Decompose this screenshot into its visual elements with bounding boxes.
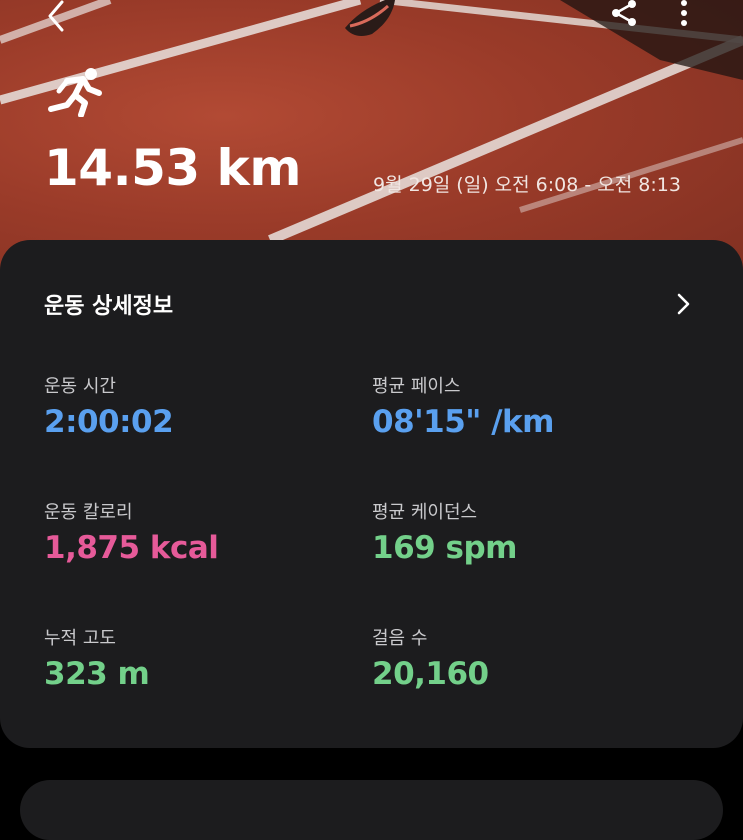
stat-value: 323 m xyxy=(44,656,150,692)
stat-calories: 운동 칼로리 1,875 kcal xyxy=(44,498,344,566)
stat-label: 누적 고도 xyxy=(44,628,116,649)
stat-label: 운동 시간 xyxy=(44,376,116,397)
stat-average-pace: 평균 페이스 08'15" /km xyxy=(372,372,672,440)
stat-value: 169 spm xyxy=(372,530,517,566)
chevron-left-icon xyxy=(48,0,64,32)
stat-label: 운동 칼로리 xyxy=(44,502,133,523)
share-button[interactable] xyxy=(606,0,642,30)
stat-value: 20,160 xyxy=(372,656,489,692)
next-card-peek[interactable] xyxy=(20,780,723,840)
share-icon xyxy=(612,0,636,26)
running-icon xyxy=(48,68,102,117)
more-vertical-icon xyxy=(681,0,687,26)
stat-average-cadence: 평균 케이던스 169 spm xyxy=(372,498,672,566)
stat-label: 걸음 수 xyxy=(372,628,428,649)
stat-workout-time: 운동 시간 2:00:02 xyxy=(44,372,344,440)
workout-datetime: 9월 29일 (일) 오전 6:08 - 오전 8:13 xyxy=(373,174,681,196)
workout-details-card: 운동 상세정보 운동 시간 2:00:02 평균 페이스 08'15" /km … xyxy=(0,240,743,748)
stat-value: 08'15" /km xyxy=(372,404,554,440)
stat-elevation-gain: 누적 고도 323 m xyxy=(44,624,344,692)
back-button[interactable] xyxy=(40,0,74,34)
stat-value: 2:00:02 xyxy=(44,404,174,440)
stat-value: 1,875 kcal xyxy=(44,530,219,566)
workout-details-header[interactable]: 운동 상세정보 xyxy=(44,288,704,322)
more-options-button[interactable] xyxy=(672,0,696,30)
stat-step-count: 걸음 수 20,160 xyxy=(372,624,672,692)
chevron-right-icon xyxy=(677,293,690,315)
stat-label: 평균 케이던스 xyxy=(372,502,478,523)
distance-value: 14.53 km xyxy=(44,139,301,197)
stat-label: 평균 페이스 xyxy=(372,376,461,397)
card-title: 운동 상세정보 xyxy=(44,294,174,319)
